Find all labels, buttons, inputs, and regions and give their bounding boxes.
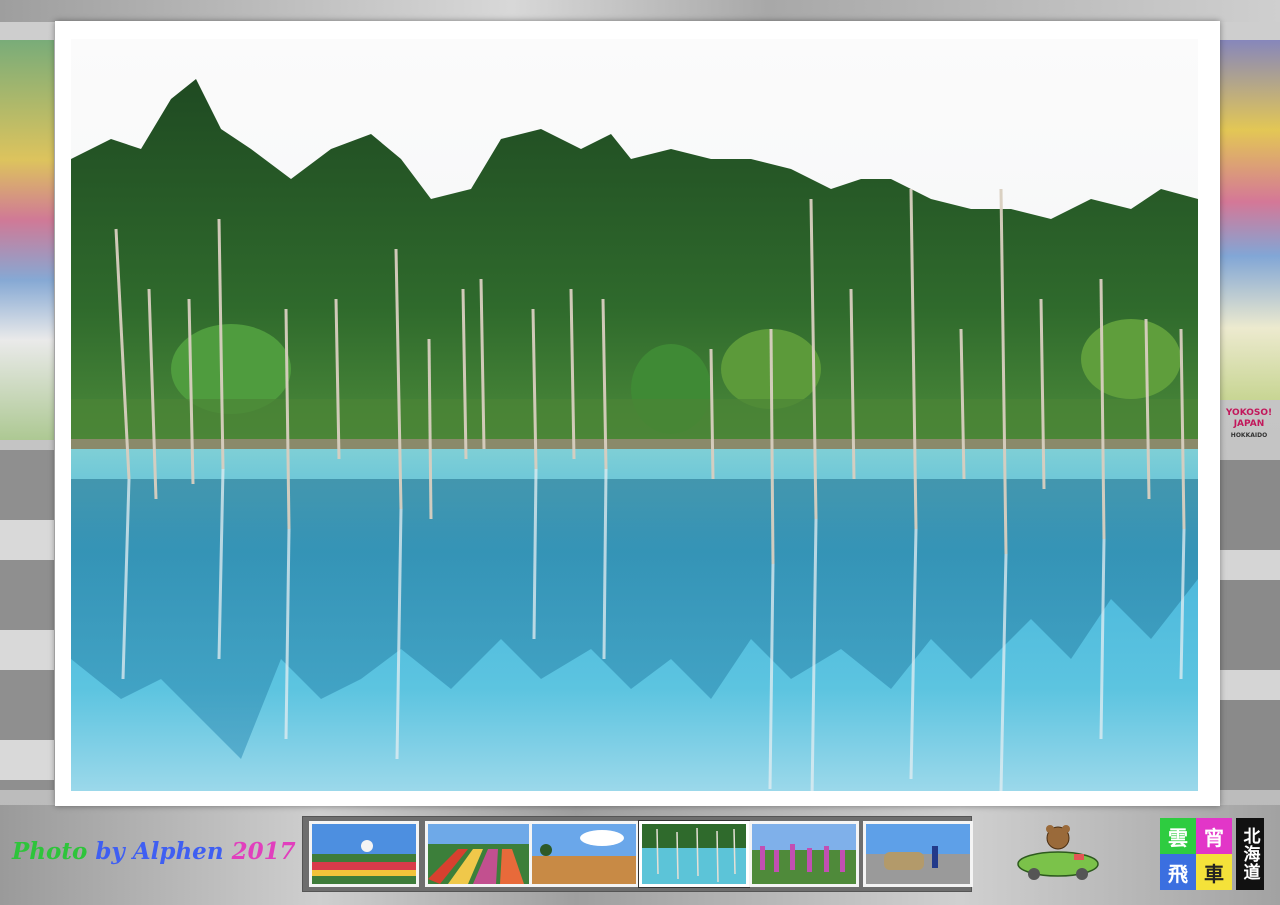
kanji-cell: 飛 [1160,854,1196,890]
hokkaido-vertical-logo: 北海道 [1236,818,1264,890]
bear-car-logo [1014,824,1110,882]
thumbnail-image [866,824,970,884]
background-map-left [0,40,54,440]
background-photos-left [0,450,54,790]
thumbnail-strip [302,816,973,892]
logo-line: YOKOSO! [1225,408,1273,418]
photo-credit: Photo by Alphen 2017 [12,838,296,865]
lightbox-frame[interactable] [55,21,1220,806]
kanji-logo-grid: 雲 宵 飛 車 [1160,818,1232,890]
credit-author: by Alphen [95,838,224,865]
thumbnail-6[interactable] [863,821,973,887]
kanji-cell: 宵 [1196,818,1232,854]
bear-car-icon [1017,825,1099,880]
kanji-cell: 雲 [1160,818,1196,854]
thumbnail-image [642,824,746,884]
credit-year: 2017 [231,838,296,865]
logo-line: JAPAN [1233,419,1265,429]
main-photo-blue-pond[interactable] [71,39,1198,791]
thumbnail-image [312,824,416,884]
thumbnail-image [752,824,856,884]
background-photos-right [1220,460,1280,790]
kanji-cell: 車 [1196,854,1232,890]
thumbnail-2[interactable] [425,821,535,887]
thumbnail-5[interactable] [749,821,859,887]
yokoso-japan-logo: YOKOSO! JAPAN HOKKAIDO [1224,408,1274,460]
blue-pond-image [71,39,1198,791]
logo-line: HOKKAIDO [1230,432,1268,439]
background-header-strip [0,0,1280,22]
credit-prefix: Photo [12,838,88,865]
thumbnail-image [532,824,636,884]
thumbnail-3[interactable] [529,821,639,887]
thumbnail-4-active[interactable] [638,820,750,888]
thumbnail-image [428,824,532,884]
thumbnail-1[interactable] [309,821,419,887]
background-map-right [1220,40,1280,400]
